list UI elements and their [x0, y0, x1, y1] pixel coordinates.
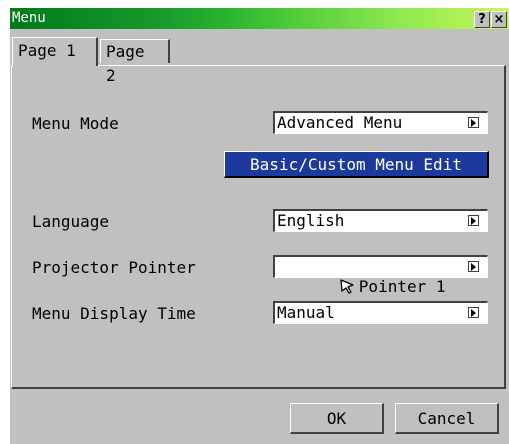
dropdown-arrow-icon[interactable]	[468, 215, 479, 226]
cancel-button[interactable]: Cancel	[395, 403, 499, 434]
ok-button[interactable]: OK	[290, 403, 384, 434]
language-value: English	[277, 211, 345, 230]
pointer-icon	[340, 279, 354, 294]
tab-page-1[interactable]: Page 1	[12, 37, 98, 66]
close-button[interactable]: ×	[491, 11, 507, 28]
menu-display-time-label: Menu Display Time	[32, 304, 196, 323]
language-select[interactable]: English	[273, 209, 488, 232]
basic-custom-menu-edit-button[interactable]: Basic/Custom Menu Edit	[224, 151, 489, 178]
projector-pointer-select[interactable]: Pointer 1	[273, 255, 488, 296]
menu-mode-label: Menu Mode	[32, 114, 119, 133]
dropdown-arrow-icon[interactable]	[468, 117, 479, 128]
dropdown-arrow-icon[interactable]	[468, 307, 479, 318]
menu-mode-select[interactable]: Advanced Menu	[273, 111, 488, 134]
menu-mode-value: Advanced Menu	[277, 113, 403, 132]
language-label: Language	[32, 212, 110, 231]
menu-display-time-select[interactable]: Manual	[273, 301, 488, 324]
dropdown-arrow-icon[interactable]	[468, 261, 479, 272]
menu-dialog: Menu ? × Page 1 Page 2 Menu Mode Advance…	[10, 8, 509, 444]
window-title: Menu	[12, 10, 46, 26]
projector-pointer-label: Projector Pointer	[32, 258, 196, 277]
tab-page-2[interactable]: Page 2	[100, 39, 170, 85]
help-button[interactable]: ?	[474, 11, 490, 28]
projector-pointer-value: Pointer 1	[358, 277, 446, 296]
menu-display-time-value: Manual	[277, 303, 335, 322]
title-bar[interactable]: Menu ? ×	[10, 8, 509, 29]
